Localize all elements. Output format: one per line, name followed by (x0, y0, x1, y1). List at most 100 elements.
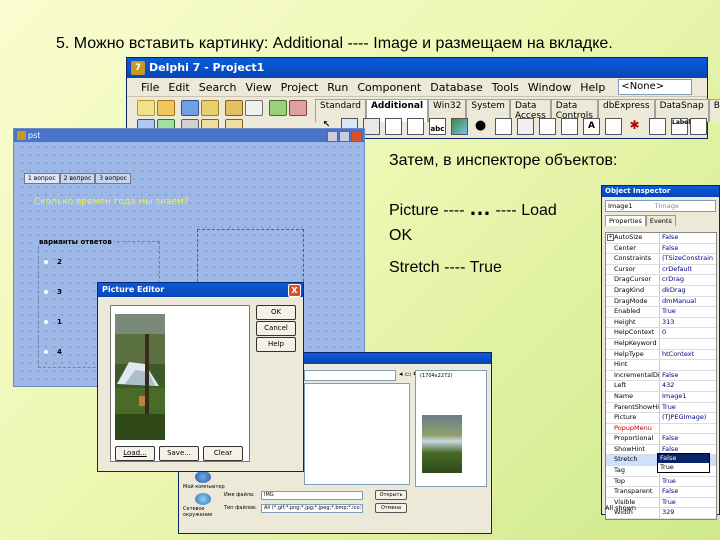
cancel-button[interactable]: Cancel (256, 321, 296, 336)
menu-view[interactable]: View (246, 81, 272, 94)
property-value[interactable]: Image1 (660, 392, 687, 402)
stretch-dropdown-list[interactable]: False True (657, 453, 710, 473)
radio-option[interactable]: 2 (44, 258, 62, 266)
menu-file[interactable]: File (141, 81, 159, 94)
menu-project[interactable]: Project (281, 81, 319, 94)
property-value[interactable]: False (660, 233, 678, 243)
valuelisteditor-icon[interactable] (649, 118, 666, 135)
ok-button[interactable]: OK (256, 305, 296, 320)
tab-question-2[interactable]: 2 вопрос (59, 173, 96, 184)
colorbox-icon[interactable] (690, 118, 707, 135)
bevel-icon[interactable] (495, 118, 512, 135)
property-value[interactable]: False (660, 244, 678, 254)
property-value[interactable]: 313 (660, 318, 674, 328)
expand-icon[interactable]: + (607, 234, 614, 241)
property-value[interactable]: dkDrag (660, 286, 686, 296)
desktop-combo[interactable]: <None> (618, 79, 693, 95)
property-value[interactable] (660, 360, 662, 370)
object-selector[interactable]: Image1 TImage (605, 200, 716, 212)
property-row[interactable]: HelpKeyword (606, 338, 716, 350)
maskedit-icon[interactable] (385, 118, 402, 135)
property-value[interactable]: htContext (660, 350, 694, 360)
drawgrid-abc-icon[interactable]: abc (429, 118, 446, 135)
dropdown-option-true[interactable]: True (658, 463, 709, 472)
property-value[interactable]: False (660, 371, 678, 381)
minimize-icon[interactable] (327, 131, 338, 142)
property-value[interactable] (660, 339, 662, 349)
look-in-combo[interactable] (304, 370, 396, 381)
property-row[interactable]: Transparent False (606, 487, 716, 498)
property-row[interactable]: Picture (TJPEGImage) (606, 413, 716, 424)
radio-option[interactable]: 4 (44, 348, 62, 356)
tab-question-1[interactable]: 1 вопрос (24, 173, 60, 184)
filename-field[interactable]: IMG (261, 491, 363, 500)
palette-tab-bde[interactable]: BDE (708, 99, 720, 122)
property-row[interactable]: Height 313 (606, 317, 716, 329)
clear-button[interactable]: Clear (203, 446, 243, 461)
my-computer-icon[interactable] (195, 471, 211, 483)
filetype-select[interactable]: All (*.gif;*.png;*.jpg;*.jpeg;*.bmp;*.ic… (261, 504, 363, 513)
property-value[interactable]: 432 (660, 381, 674, 391)
remove-file-icon[interactable] (289, 100, 307, 116)
property-row[interactable]: Left 432 (606, 381, 716, 392)
new-form-icon[interactable] (245, 100, 263, 116)
menu-help[interactable]: Help (580, 81, 605, 94)
splitter-icon[interactable] (561, 118, 578, 135)
checklistbox-icon[interactable] (539, 118, 556, 135)
add-file-icon[interactable] (269, 100, 287, 116)
labelededit-icon[interactable]: Label (671, 118, 690, 135)
property-value[interactable]: True (660, 477, 676, 487)
tab-properties[interactable]: Properties (605, 215, 646, 226)
open-project-icon[interactable] (225, 100, 243, 116)
save-icon[interactable] (181, 100, 199, 116)
property-row[interactable]: HelpType htContext (606, 349, 716, 361)
close-icon[interactable]: X (288, 284, 301, 297)
radio-option[interactable]: 3 (44, 288, 62, 296)
menu-database[interactable]: Database (430, 81, 483, 94)
property-row[interactable]: HelpContext 0 (606, 328, 716, 339)
property-row[interactable]: Center False (606, 243, 716, 255)
nav-network[interactable]: Сетевое окружение (183, 506, 223, 518)
property-value[interactable]: True (660, 403, 676, 413)
speedbutton-icon[interactable] (363, 118, 380, 135)
shape-component-icon[interactable]: ● (473, 118, 488, 133)
property-value[interactable]: crDefault (660, 265, 692, 275)
property-row[interactable]: DragKind dkDrag (606, 285, 716, 297)
image-component-icon[interactable] (451, 118, 468, 135)
save-button[interactable]: Save... (159, 446, 199, 461)
property-row[interactable]: ParentShowHintTrue (606, 402, 716, 414)
file-list[interactable] (304, 383, 410, 485)
property-row[interactable]: PopupMenu (606, 423, 716, 435)
menu-component[interactable]: Component (357, 81, 421, 94)
statictext-icon[interactable]: A (583, 118, 600, 135)
property-row[interactable]: Name Image1 (606, 391, 716, 403)
scrollbox-icon[interactable] (517, 118, 534, 135)
menu-run[interactable]: Run (327, 81, 348, 94)
help-button[interactable]: Help (256, 337, 296, 352)
property-row[interactable]: Hint (606, 360, 716, 371)
maximize-icon[interactable] (339, 131, 350, 142)
property-row[interactable]: AutoSize False (606, 233, 716, 244)
property-value[interactable]: False (660, 487, 678, 497)
menu-edit[interactable]: Edit (168, 81, 189, 94)
property-row[interactable]: DragMode dmManual (606, 296, 716, 308)
menu-tools[interactable]: Tools (492, 81, 519, 94)
load-button[interactable]: Load... (115, 446, 155, 461)
property-row[interactable]: Cursor crDefault (606, 264, 716, 276)
property-value[interactable]: 0 (660, 328, 666, 338)
property-row[interactable]: Enabled True (606, 307, 716, 318)
property-value[interactable]: crDrag (660, 275, 684, 285)
radio-option[interactable]: 1 (44, 318, 62, 326)
dropdown-option-false[interactable]: False (658, 454, 709, 463)
stringgrid-icon[interactable] (407, 118, 424, 135)
property-value[interactable]: True (660, 498, 676, 508)
property-row[interactable]: + Constraints (TSizeConstrain (606, 234, 716, 265)
property-value[interactable]: (TJPEGImage) (660, 413, 706, 423)
close-icon[interactable] (351, 131, 362, 142)
property-row[interactable]: Proportional False (606, 434, 716, 445)
save-all-icon[interactable] (201, 100, 219, 116)
property-value[interactable]: False (660, 434, 678, 444)
property-value[interactable] (660, 424, 662, 434)
property-value[interactable]: (TSizeConstrain (660, 254, 713, 264)
tab-question-3[interactable]: 3 вопрос (95, 173, 131, 184)
